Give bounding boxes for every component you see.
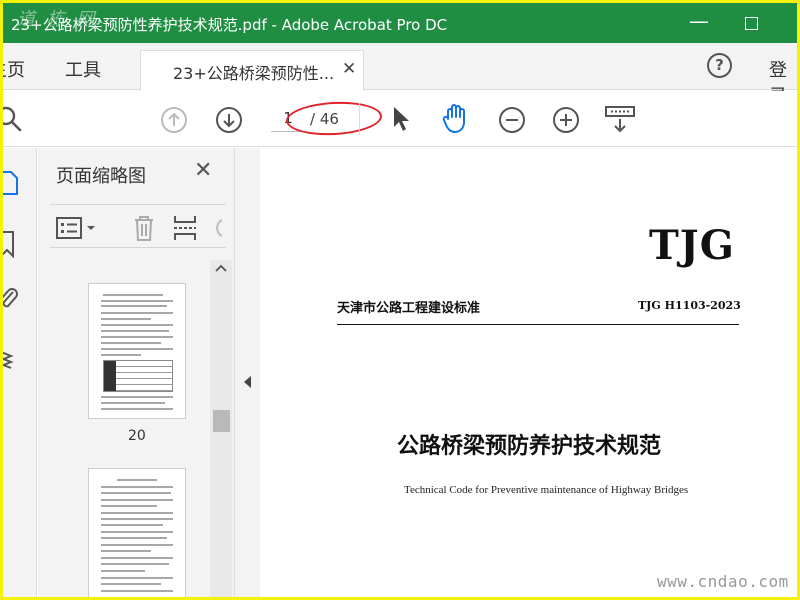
document-tab-label: 23+公路桥梁预防性...: [173, 64, 335, 83]
document-tab[interactable]: 23+公路桥梁预防性... ✕: [140, 50, 364, 91]
thumbnail-table: [103, 360, 173, 392]
panel-close-icon[interactable]: ✕: [194, 158, 212, 183]
page-thumbnail-20[interactable]: [88, 283, 186, 419]
select-cursor-icon[interactable]: [391, 105, 411, 133]
zoom-out-icon[interactable]: [498, 106, 526, 134]
attachments-icon[interactable]: [3, 286, 19, 314]
scroll-up-icon[interactable]: [215, 264, 227, 272]
document-page: TJG 天津市公路工程建设标准 TJG H1103-2023 公路桥梁预防养护技…: [261, 148, 797, 597]
rotate-icon[interactable]: [210, 216, 226, 240]
standard-name: 天津市公路工程建设标准: [337, 301, 481, 316]
document-subtitle: Technical Code for Preventive maintenanc…: [404, 484, 689, 496]
next-page-icon[interactable]: [215, 106, 243, 134]
maximize-icon[interactable]: [745, 17, 758, 30]
thumbnail-tools: [50, 204, 226, 248]
help-icon[interactable]: ?: [707, 53, 732, 78]
page-display-icon[interactable]: [604, 105, 636, 135]
hand-tool-icon[interactable]: [441, 102, 471, 134]
page-thumbnail-21[interactable]: [88, 468, 186, 597]
menu-bar: 主页 工具 23+公路桥梁预防性... ✕ ? 登录: [3, 43, 797, 107]
search-icon[interactable]: [3, 105, 23, 133]
thumbnail-panel-title: 页面缩略图: [56, 166, 146, 187]
site-watermark: www.cndao.com: [657, 572, 789, 591]
previous-page-icon[interactable]: [160, 106, 188, 134]
thumbnail-page-number: 20: [128, 428, 146, 444]
tab-close-icon[interactable]: ✕: [342, 59, 356, 79]
bookmarks-icon[interactable]: [3, 230, 17, 258]
navigation-strip: [3, 148, 37, 597]
zoom-in-icon[interactable]: [552, 106, 580, 134]
minimize-icon[interactable]: —: [689, 9, 709, 33]
window-title: 23+公路桥梁预防性养护技术规范.pdf - Adobe Acrobat Pro…: [11, 16, 448, 34]
thumbnail-options-icon[interactable]: [56, 217, 100, 239]
toolbar: 1 / 46: [3, 91, 797, 147]
standard-logo: TJG: [649, 222, 735, 269]
menu-home[interactable]: 主页: [3, 56, 25, 82]
thumbnail-scrollbar[interactable]: [210, 260, 232, 597]
panel-splitter[interactable]: [234, 148, 260, 597]
document-title: 公路桥梁预防养护技术规范: [397, 433, 662, 459]
collapse-panel-icon[interactable]: [244, 376, 251, 388]
extract-page-icon[interactable]: [172, 214, 198, 242]
title-bar: 道 栋 网 23+公路桥梁预防性养护技术规范.pdf - Adobe Acrob…: [3, 3, 797, 43]
scroll-thumb[interactable]: [213, 410, 230, 432]
delete-icon[interactable]: [132, 214, 156, 242]
header-rule: [337, 324, 739, 326]
app-frame: 道 栋 网 23+公路桥梁预防性养护技术规范.pdf - Adobe Acrob…: [3, 3, 797, 597]
toolbar-separator: [359, 103, 360, 135]
page-thumbnails-icon[interactable]: [3, 170, 19, 196]
standard-code: TJG H1103-2023: [638, 299, 741, 312]
menu-tools[interactable]: 工具: [65, 56, 101, 82]
thumbnail-panel: 页面缩略图 ✕ 20: [38, 148, 234, 597]
layers-icon[interactable]: [3, 346, 19, 372]
